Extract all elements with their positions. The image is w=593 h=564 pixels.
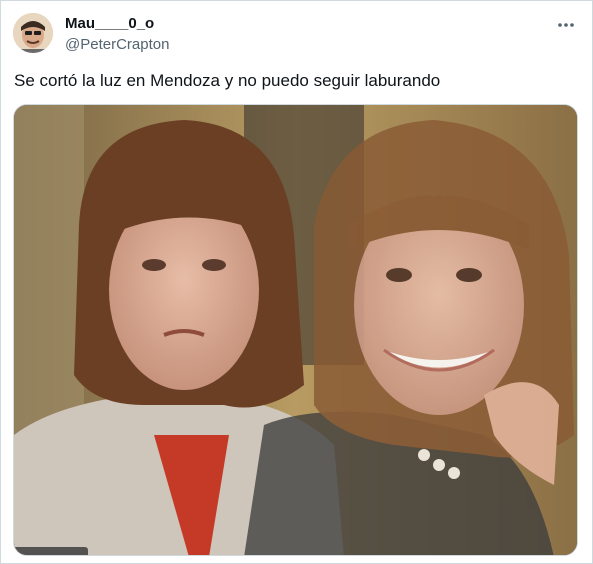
author-handle[interactable]: @PeterCrapton — [65, 36, 169, 53]
author-name[interactable]: Mau____0_o — [65, 15, 154, 32]
image-corner-overlay — [14, 547, 88, 555]
tweet-image[interactable] — [13, 104, 578, 556]
avatar[interactable] — [13, 13, 53, 53]
more-options-icon[interactable] — [554, 13, 578, 37]
tweet-text: Se cortó la luz en Mendoza y no puedo se… — [14, 71, 441, 90]
tweet-card: Mau____0_o @PeterCrapton Se cortó la luz… — [0, 0, 593, 564]
